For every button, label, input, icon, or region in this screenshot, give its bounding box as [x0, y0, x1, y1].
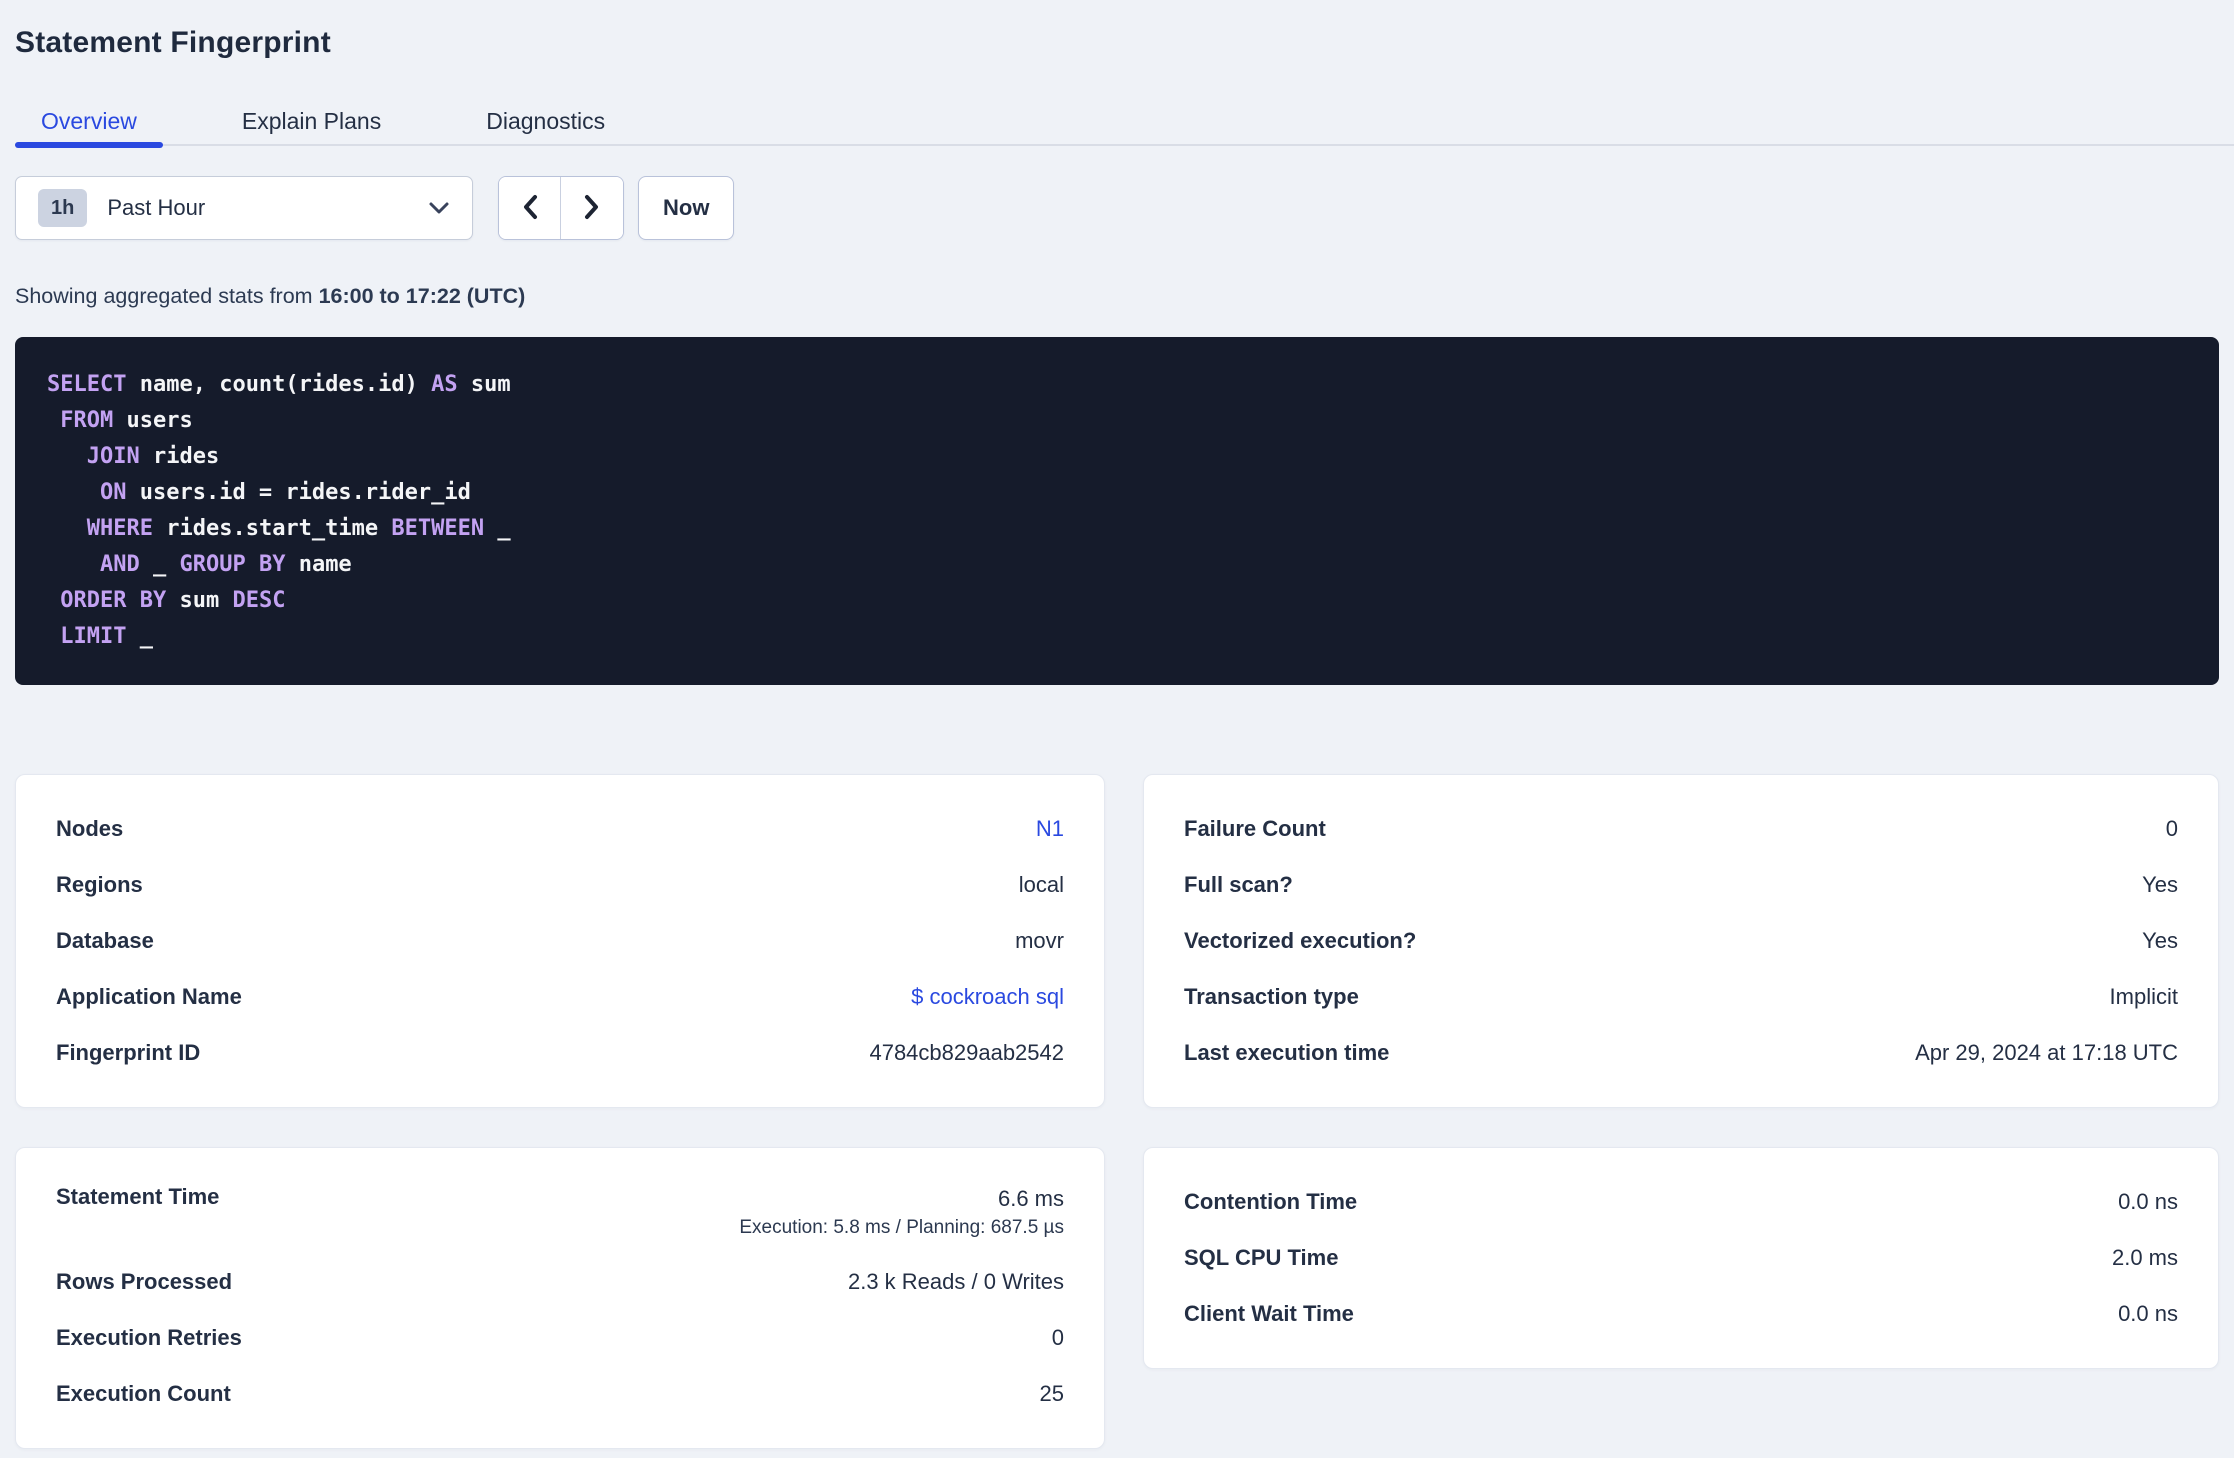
- tab-label: Explain Plans: [241, 107, 382, 134]
- row-value: 2.3 k Reads / 0 Writes: [847, 1269, 1064, 1294]
- summary-row-sql-cpu-time: SQL CPU Time 2.0 ms: [1184, 1230, 2178, 1286]
- summary-row-regions: Regions local: [56, 857, 1064, 913]
- card-top-right: Failure Count 0 Full scan? Yes Vectorized ex…: [1143, 774, 2219, 1108]
- row-label: Application Name: [56, 984, 242, 1009]
- summary-cards: Nodes N1 Regions local Database movr Applicati…: [15, 774, 2219, 1449]
- summary-row-transaction-type: Transaction type Implicit: [1184, 969, 2178, 1025]
- row-label: Transaction type: [1184, 984, 1359, 1009]
- row-label: Last execution time: [1184, 1040, 1390, 1065]
- card-top-left: Nodes N1 Regions local Database movr Applicati…: [15, 774, 1105, 1108]
- row-label: Rows Processed: [56, 1269, 233, 1294]
- row-label: Statement Time: [56, 1184, 220, 1209]
- chevron-right-icon: [583, 194, 601, 223]
- card-bottom-left: Statement Time 6.6 ms Execution: 5.8 ms / …: [15, 1147, 1105, 1449]
- row-label: Execution Count: [56, 1381, 231, 1406]
- row-value: movr: [1015, 928, 1064, 953]
- now-button[interactable]: Now: [638, 176, 735, 240]
- row-label: Execution Retries: [56, 1325, 242, 1350]
- caption-prefix: Showing aggregated stats from: [15, 284, 319, 308]
- row-label: Database: [56, 928, 154, 953]
- tab-explain-plans[interactable]: Explain Plans: [216, 98, 407, 144]
- tab-diagnostics[interactable]: Diagnostics: [460, 98, 631, 144]
- row-value: 4784cb829aab2542: [869, 1040, 1064, 1065]
- summary-row-full-scan: Full scan? Yes: [1184, 857, 2178, 913]
- row-value-group: 6.6 ms Execution: 5.8 ms / Planning: 687.…: [739, 1184, 1064, 1242]
- sql-line: JOIN rides: [86, 444, 220, 469]
- row-value: local: [1018, 872, 1064, 897]
- row-label: Regions: [56, 872, 143, 897]
- row-value: 0.0 ns: [2118, 1301, 2178, 1326]
- time-interval-badge: 1h: [38, 189, 88, 227]
- next-time-button[interactable]: [561, 177, 623, 239]
- row-value: 6.6 ms: [997, 1186, 1064, 1211]
- summary-row-application-name: Application Name $ cockroach sql: [56, 969, 1064, 1025]
- summary-row-nodes: Nodes N1: [56, 801, 1064, 857]
- sql-line: SELECT name, count(rides.id) AS sum: [47, 372, 511, 397]
- time-nav-buttons: [498, 176, 624, 240]
- time-range-dropdown[interactable]: 1h Past Hour: [15, 176, 473, 240]
- time-range-label: Past Hour: [107, 195, 206, 220]
- row-value: Yes: [2142, 928, 2178, 953]
- sql-line: ORDER BY sum DESC: [60, 588, 286, 613]
- caption-time-range: 16:00 to 17:22 (UTC): [318, 284, 526, 308]
- row-label: Client Wait Time: [1184, 1301, 1354, 1326]
- tab-label: Overview: [41, 107, 137, 134]
- summary-row-execution-retries: Execution Retries 0: [56, 1310, 1064, 1366]
- sql-line: FROM users: [60, 408, 193, 433]
- summary-row-failure-count: Failure Count 0: [1184, 801, 2178, 857]
- row-label: SQL CPU Time: [1184, 1245, 1339, 1270]
- row-value: Apr 29, 2024 at 17:18 UTC: [1915, 1040, 2178, 1065]
- tab-overview[interactable]: Overview: [15, 98, 163, 148]
- page-title: Statement Fingerprint: [15, 26, 331, 59]
- row-label: Vectorized execution?: [1184, 928, 1417, 953]
- sql-line: WHERE rides.start_time BETWEEN _: [86, 516, 511, 541]
- sql-statement-box: SELECT name, count(rides.id) AS sum FROM…: [15, 337, 2219, 685]
- row-value-detail: Execution: 5.8 ms / Planning: 687.5 µs: [739, 1217, 1064, 1238]
- summary-row-rows-processed: Rows Processed 2.3 k Reads / 0 Writes: [56, 1254, 1064, 1310]
- statement-fingerprint-page: Statement Fingerprint Overview Explain Pl…: [0, 0, 2234, 1458]
- row-value: 2.0 ms: [2111, 1245, 2178, 1270]
- aggregated-stats-caption: Showing aggregated stats from 16:00 to 1…: [15, 284, 2219, 309]
- row-value-link[interactable]: N1: [1036, 816, 1064, 842]
- row-value: Implicit: [2109, 984, 2178, 1009]
- row-label: Fingerprint ID: [56, 1040, 201, 1065]
- summary-row-vectorized-execution: Vectorized execution? Yes: [1184, 913, 2178, 969]
- prev-time-button[interactable]: [499, 177, 561, 239]
- time-controls: 1h Past Hour Now: [15, 176, 2219, 240]
- row-label: Nodes: [56, 816, 124, 841]
- row-value: 0: [2165, 816, 2178, 841]
- summary-row-client-wait-time: Client Wait Time 0.0 ns: [1184, 1286, 2178, 1342]
- row-label: Failure Count: [1184, 816, 1326, 841]
- chevron-left-icon: [521, 194, 539, 223]
- sql-line: AND _ GROUP BY name: [99, 552, 352, 577]
- summary-row-last-execution-time: Last execution time Apr 29, 2024 at 17:18…: [1184, 1025, 2178, 1081]
- row-value: Yes: [2142, 872, 2178, 897]
- chevron-down-icon: [428, 201, 450, 215]
- row-value: 25: [1039, 1381, 1064, 1406]
- summary-row-fingerprint-id: Fingerprint ID 4784cb829aab2542: [56, 1025, 1064, 1081]
- sql-line: ON users.id = rides.rider_id: [99, 480, 471, 505]
- tab-label: Diagnostics: [486, 107, 606, 134]
- sql-line: LIMIT _: [60, 624, 153, 649]
- summary-row-statement-time: Statement Time 6.6 ms Execution: 5.8 ms / …: [56, 1174, 1064, 1254]
- tab-bar: Overview Explain Plans Diagnostics: [15, 98, 2234, 148]
- summary-row-contention-time: Contention Time 0.0 ns: [1184, 1174, 2178, 1230]
- row-value-link[interactable]: $ cockroach sql: [911, 984, 1064, 1010]
- summary-row-execution-count: Execution Count 25: [56, 1366, 1064, 1422]
- row-label: Full scan?: [1184, 872, 1293, 897]
- summary-row-database: Database movr: [56, 913, 1064, 969]
- row-value: 0.0 ns: [2118, 1189, 2178, 1214]
- card-bottom-right: Contention Time 0.0 ns SQL CPU Time 2.0 ms C…: [1143, 1147, 2219, 1369]
- row-value: 0: [1051, 1325, 1064, 1350]
- row-label: Contention Time: [1184, 1189, 1358, 1214]
